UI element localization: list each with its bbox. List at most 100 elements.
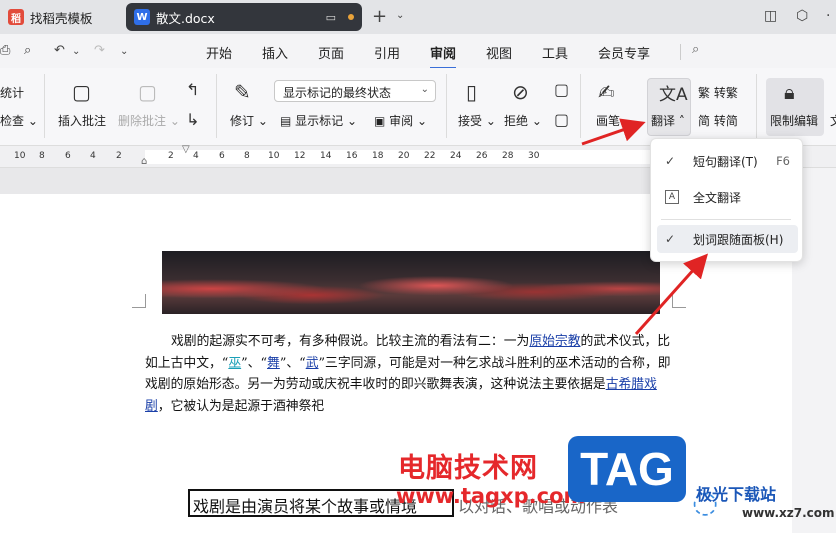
- word-logo-icon: W: [134, 9, 150, 25]
- para-text: ，它被认为是起源于酒神祭祀: [157, 398, 325, 414]
- pen-icon[interactable]: ✍: [598, 80, 615, 104]
- para-text: ”、“: [241, 355, 268, 371]
- markup-state-select[interactable]: 显示标记的最终状态 ⌄: [274, 80, 436, 102]
- redo-icon[interactable]: ↷: [94, 43, 105, 58]
- menu-reference[interactable]: 引用: [374, 43, 400, 62]
- ruler-number: 6: [65, 151, 71, 161]
- ruler-number: 2: [168, 151, 174, 161]
- monitor-icon[interactable]: ▭: [326, 11, 336, 24]
- docer-logo-icon: 稻: [8, 9, 24, 25]
- body-paragraph[interactable]: 戏剧的起源实不可考，有多种假说。比较主流的看法有二：一为原始宗教的武术仪式，比如…: [145, 331, 675, 417]
- menu-tools[interactable]: 工具: [542, 43, 568, 62]
- check-icon: ✓: [665, 232, 676, 246]
- word-count-label[interactable]: 统计: [0, 84, 24, 101]
- review-pane-label: 审阅: [389, 114, 414, 128]
- search-icon[interactable]: ⌕: [692, 42, 699, 57]
- show-markup-label: 显示标记: [295, 114, 344, 128]
- show-markup-button[interactable]: ▤ 显示标记 ⌄: [280, 112, 357, 129]
- previous-comment-icon[interactable]: ↰: [186, 80, 199, 99]
- tab-document[interactable]: W 散文.docx ▭: [126, 3, 362, 31]
- truncated-label: 文: [830, 112, 836, 129]
- delete-comment-icon: ▢: [138, 80, 157, 104]
- chevron-down-icon: ⌄: [420, 84, 429, 95]
- shortcut-label: F6: [776, 154, 790, 168]
- reject-button[interactable]: 拒绝 ⌄: [504, 112, 542, 129]
- menu-home[interactable]: 开始: [206, 43, 232, 62]
- ribbon-divider: [446, 74, 447, 138]
- hanging-indent-marker-icon[interactable]: ⌂: [141, 156, 147, 167]
- to-simplified-button[interactable]: 简 转简: [698, 112, 738, 129]
- watermark-brand2-url: www.xz7.com: [742, 506, 835, 520]
- next-comment-icon[interactable]: ↳: [186, 110, 199, 129]
- accept-button[interactable]: 接受 ⌄: [458, 112, 496, 129]
- menu-item-sentence-translate[interactable]: ✓ 短句翻译(T) F6: [657, 147, 798, 175]
- accept-label: 接受: [458, 114, 483, 128]
- sidebar-toggle-icon[interactable]: ◫: [764, 8, 777, 24]
- menu-insert[interactable]: 插入: [262, 43, 288, 62]
- translate-icon: 文A: [659, 85, 688, 105]
- translate-dropdown-menu: ✓ 短句翻译(T) F6 A 全文翻译 ✓ 划词跟随面板(H): [650, 138, 803, 262]
- ruler-number: 8: [244, 151, 250, 161]
- overflow-icon[interactable]: ·: [826, 8, 830, 24]
- previous-change-icon[interactable]: ▢: [554, 80, 569, 99]
- ruler-number: 18: [372, 151, 384, 161]
- link-wu-shaman[interactable]: 巫: [228, 356, 241, 371]
- tab-template-label: 找稻壳模板: [30, 10, 93, 26]
- ruler-number: 14: [320, 151, 332, 161]
- menu-divider: [680, 44, 681, 60]
- menu-view[interactable]: 视图: [486, 43, 512, 62]
- print-preview-icon[interactable]: ⌕: [24, 43, 31, 58]
- to-simplified-label: 转简: [713, 114, 738, 128]
- link-primitive-religion[interactable]: 原始宗教: [529, 334, 580, 349]
- track-changes-icon[interactable]: ✎: [234, 80, 251, 104]
- tab-bar: 稻 找稻壳模板 W 散文.docx ▭ + ⌄ ◫ ⬡ ·: [0, 0, 836, 34]
- chevron-down-icon[interactable]: ⌄: [396, 10, 404, 21]
- ruler-number: 16: [346, 151, 358, 161]
- more-chevron-icon[interactable]: ⌄: [120, 46, 128, 57]
- full-translate-icon: A: [665, 190, 679, 204]
- first-line-indent-marker-icon[interactable]: ▽: [182, 144, 190, 155]
- menu-item-word-follow-panel[interactable]: ✓ 划词跟随面板(H): [657, 225, 798, 253]
- ribbon-divider: [44, 74, 45, 138]
- cube-icon[interactable]: ⬡: [796, 8, 808, 24]
- para-text: ”、“: [279, 355, 306, 371]
- menu-review[interactable]: 审阅: [430, 43, 457, 69]
- undo-icon[interactable]: ↶: [54, 43, 65, 58]
- ruler-number: 26: [476, 151, 488, 161]
- next-change-icon[interactable]: ▢: [554, 110, 569, 129]
- link-wu-dance[interactable]: 舞: [267, 356, 280, 371]
- review-pane-button[interactable]: ▣ 审阅 ⌄: [374, 112, 427, 129]
- ruler-number: 12: [294, 151, 306, 161]
- ruler-number: 10: [268, 151, 280, 161]
- ruler-number: 6: [219, 151, 225, 161]
- ruler-number: 4: [193, 151, 199, 161]
- tab-template[interactable]: 稻 找稻壳模板: [0, 3, 120, 31]
- translate-text: 翻译: [651, 114, 676, 128]
- pen-button[interactable]: 画笔: [596, 112, 620, 129]
- insert-comment-icon[interactable]: ▢: [72, 80, 91, 104]
- menu-item-full-translate[interactable]: A 全文翻译: [657, 183, 798, 211]
- watermark-site-cn: 电脑技术网: [398, 453, 538, 484]
- new-tab-plus-icon[interactable]: +: [372, 6, 387, 27]
- menu-page[interactable]: 页面: [318, 43, 344, 62]
- track-changes-button[interactable]: 修订 ⌄: [230, 112, 268, 129]
- link-wu-martial[interactable]: 武: [306, 356, 319, 371]
- para-text: 戏剧的起源实不可考，有多种假说。比较主流的看法有二：一为: [171, 334, 530, 349]
- reject-label: 拒绝: [504, 114, 529, 128]
- menu-member[interactable]: 会员专享: [598, 43, 650, 62]
- ribbon-divider: [756, 74, 757, 138]
- menu-bar: ⎙ ⌕ ↶ ⌄ ↷ ⌄ 开始 插入 页面 引用 审阅 视图 工具 会员专享 ⌕: [0, 34, 836, 69]
- check-button[interactable]: 检查 ⌄: [0, 112, 38, 129]
- menu-item-label: 短句翻译(T): [693, 154, 758, 169]
- undo-menu-chevron-icon[interactable]: ⌄: [72, 46, 80, 57]
- watermark-brand2: 极光下载站: [696, 485, 777, 504]
- accept-icon[interactable]: ▯: [466, 80, 477, 104]
- stage-image[interactable]: [162, 251, 660, 314]
- ruler-number: 28: [502, 151, 514, 161]
- translate-label: 翻译 ˄: [651, 114, 685, 128]
- print-icon[interactable]: ⎙: [0, 43, 10, 58]
- to-traditional-button[interactable]: 繁 转繁: [698, 84, 738, 101]
- ruler-number: 22: [424, 151, 436, 161]
- insert-comment-button[interactable]: 插入批注: [58, 112, 106, 129]
- reject-icon[interactable]: ⊘: [512, 80, 529, 104]
